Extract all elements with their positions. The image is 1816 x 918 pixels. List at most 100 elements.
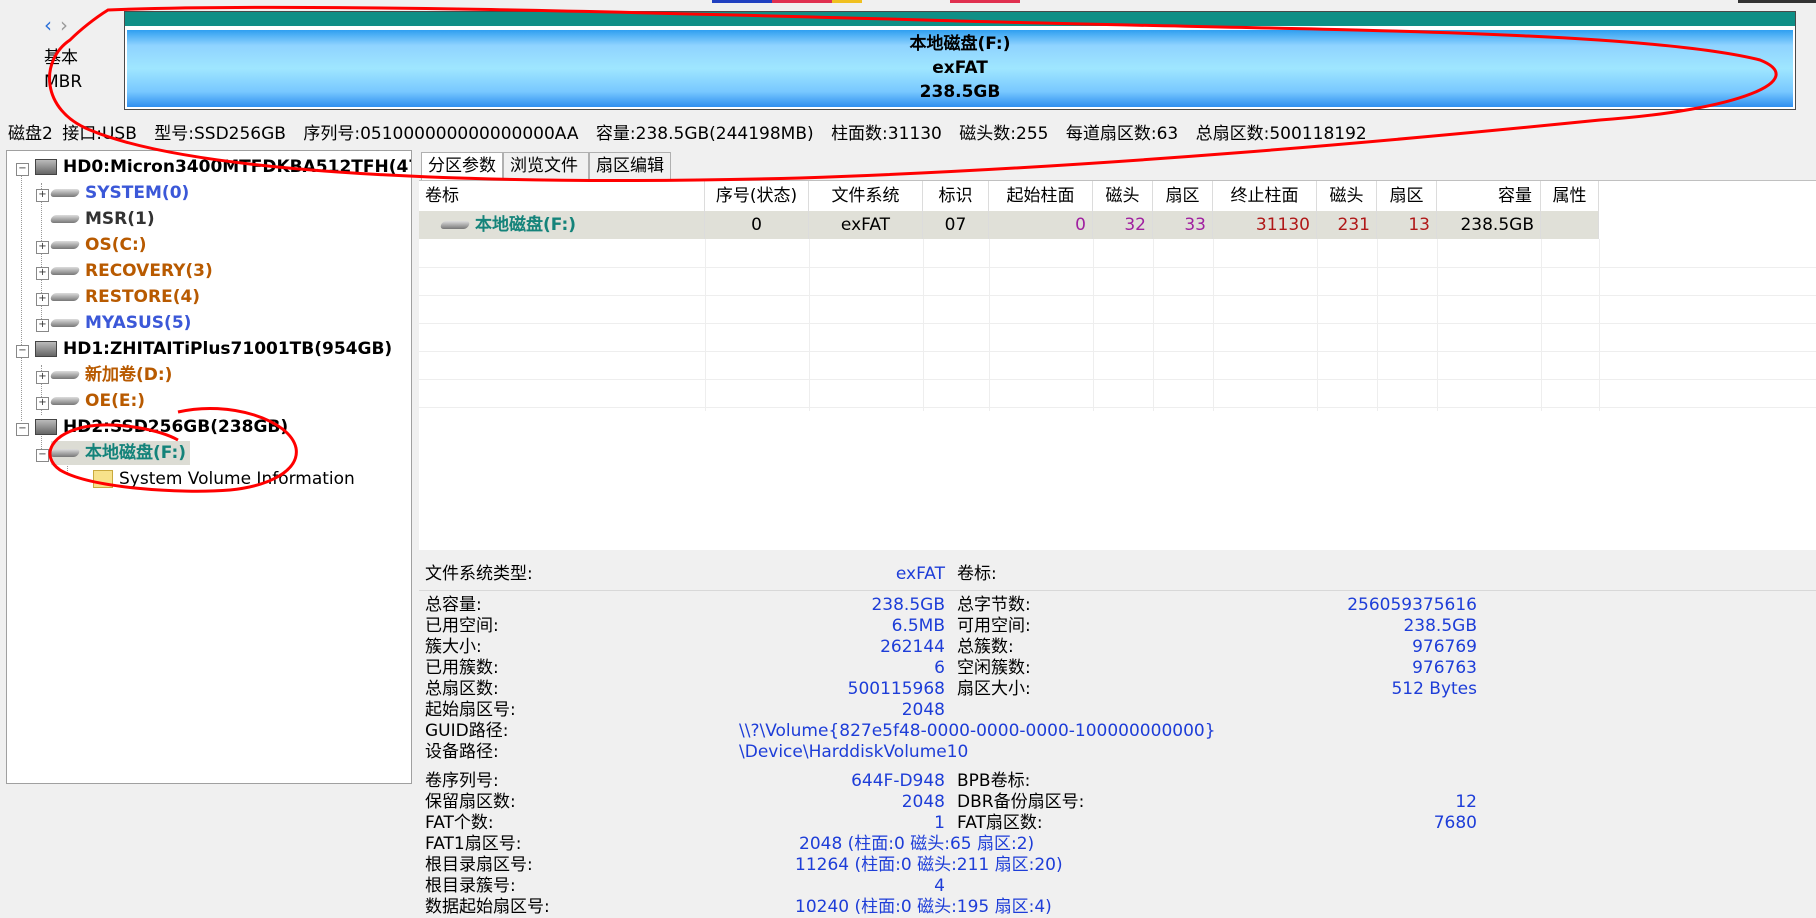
tree-toggle-restore[interactable]: + — [36, 293, 49, 306]
col-end-sector[interactable]: 扇区 — [1377, 181, 1437, 211]
col-start-cyl[interactable]: 起始柱面 — [989, 181, 1093, 211]
tree-item-hd0[interactable]: HD0:Micron3400MTFDKBA512TFH(47 — [35, 155, 412, 179]
partition-icon — [49, 371, 81, 379]
col-attributes[interactable]: 属性 — [1541, 181, 1599, 211]
partition-icon — [49, 241, 81, 249]
label-used: 已用空间: — [425, 616, 499, 636]
value-guid-path: \\?\Volume{827e5f48-0000-0000-0000-10000… — [739, 721, 1216, 741]
tab-browse-files[interactable]: 浏览文件 — [503, 152, 589, 180]
value-volume-serial: 644F-D948 — [851, 771, 945, 791]
tree-item-f[interactable]: 本地磁盘(F:) — [49, 441, 191, 465]
tree-item-system-volume-info[interactable]: System Volume Information — [93, 467, 355, 491]
tree-item-folder-label: System Volume Information — [119, 469, 355, 489]
table-row[interactable]: 本地磁盘(F:) 0 exFAT 07 0 32 33 31130 231 13… — [419, 211, 1599, 239]
disk-info-model: 型号:SSD256GB — [154, 124, 286, 144]
label-sector-size: 扇区大小: — [957, 679, 1031, 699]
tree-toggle-system[interactable]: + — [36, 189, 49, 202]
partition-details-fat: 卷序列号: 644F-D948 BPB卷标: 保留扇区数: 2048 DBR备份… — [419, 766, 1816, 917]
tree-toggle-hd1[interactable]: − — [16, 345, 29, 358]
col-index-status[interactable]: 序号(状态) — [705, 181, 809, 211]
label-total-capacity: 总容量: — [425, 595, 482, 615]
partition-bar-f[interactable]: 本地磁盘(F:) exFAT 238.5GB — [124, 11, 1796, 110]
disk-info-capacity: 容量:238.5GB(244198MB) — [595, 124, 814, 144]
tree-toggle-d[interactable]: + — [36, 371, 49, 384]
label-rootdir-sector: 根目录扇区号: — [425, 855, 533, 875]
value-total-capacity: 238.5GB — [871, 595, 945, 615]
cell-volume-label-text: 本地磁盘(F:) — [475, 215, 577, 235]
tree-toggle-f[interactable]: − — [36, 449, 49, 462]
tree-toggle-myasus[interactable]: + — [36, 319, 49, 332]
tree-toggle-os[interactable]: + — [36, 241, 49, 254]
col-end-cyl[interactable]: 终止柱面 — [1213, 181, 1317, 211]
tree-toggle-e[interactable]: + — [36, 397, 49, 410]
value-fs-type: exFAT — [895, 564, 945, 584]
col-start-sector[interactable]: 扇区 — [1153, 181, 1213, 211]
value-fat-count: 1 — [934, 813, 945, 833]
tree-toggle-hd0[interactable]: − — [16, 163, 29, 176]
tree-item-os[interactable]: OS(C:) — [49, 233, 147, 257]
value-total-clusters: 976769 — [1412, 637, 1477, 657]
tree-item-e-label: OE(E:) — [85, 391, 146, 411]
tree-item-restore[interactable]: RESTORE(4) — [49, 285, 200, 309]
hard-disk-icon — [35, 341, 57, 357]
tree-item-e[interactable]: OE(E:) — [49, 389, 146, 413]
col-capacity[interactable]: 容量 — [1437, 181, 1541, 211]
chevron-right-icon[interactable]: › — [56, 14, 72, 36]
value-total-bytes: 256059375616 — [1347, 595, 1477, 615]
tree-item-hd1[interactable]: HD1:ZHITAITiPlus71001TB(954GB) — [35, 337, 392, 361]
label-cluster-size: 簇大小: — [425, 637, 482, 657]
tree-item-myasus[interactable]: MYASUS(5) — [49, 311, 191, 335]
label-fat1: FAT1扇区号: — [425, 834, 522, 854]
label-fat-count: FAT个数: — [425, 813, 494, 833]
cell-index: 0 — [705, 211, 809, 239]
value-fat1: 2048 (柱面:0 磁头:65 扇区:2) — [799, 834, 1035, 854]
value-dbr: 12 — [1455, 792, 1477, 812]
chevron-left-icon[interactable]: ‹ — [40, 14, 56, 36]
tree-item-msr[interactable]: MSR(1) — [49, 207, 155, 231]
tab-partition-params[interactable]: 分区参数 — [421, 152, 503, 180]
cell-end-sector: 13 — [1377, 211, 1437, 239]
tree-item-hd2[interactable]: HD2:SSD256GB(238GB) — [35, 415, 288, 439]
disk-info-heads: 磁头数:255 — [959, 124, 1049, 144]
label-bpb-label: BPB卷标: — [957, 771, 1031, 791]
disk-info-interface: 接口:USB — [62, 124, 137, 144]
col-volume-label[interactable]: 卷标 — [419, 181, 705, 211]
partition-icon — [49, 449, 81, 457]
label-data-start: 数据起始扇区号: — [425, 897, 550, 917]
partition-bar-text: 本地磁盘(F:) exFAT 238.5GB — [125, 32, 1795, 104]
label-total-bytes: 总字节数: — [957, 595, 1031, 615]
label-dbr: DBR备份扇区号: — [957, 792, 1085, 812]
partition-bar-name: 本地磁盘(F:) — [909, 34, 1011, 54]
col-filesystem[interactable]: 文件系统 — [809, 181, 923, 211]
cell-end-cyl: 31130 — [1213, 211, 1317, 239]
partition-icon — [49, 319, 81, 327]
cell-start-sector: 33 — [1153, 211, 1213, 239]
disk-info-line: 磁盘2 接口:USB 型号:SSD256GB 序列号:0510000000000… — [8, 119, 1379, 144]
disk-type-mbr: MBR — [44, 72, 83, 92]
cell-attributes — [1541, 211, 1599, 239]
value-rootdir-sector: 11264 (柱面:0 磁头:211 扇区:20) — [795, 855, 1063, 875]
tree-toggle-recovery[interactable]: + — [36, 267, 49, 280]
label-volume-label: 卷标: — [957, 564, 997, 584]
partition-icon — [49, 215, 81, 223]
value-device-path: \Device\HarddiskVolume10 — [739, 742, 969, 762]
tree-item-d[interactable]: 新加卷(D:) — [49, 363, 172, 387]
tree-item-msr-label: MSR(1) — [85, 209, 155, 229]
value-used-clusters: 6 — [934, 658, 945, 678]
disk-info-cylinders: 柱面数:31130 — [831, 124, 942, 144]
disk-info-total-sectors: 总扇区数:500118192 — [1195, 124, 1367, 144]
tab-sector-edit[interactable]: 扇区编辑 — [589, 152, 671, 180]
tree-item-system[interactable]: SYSTEM(0) — [49, 181, 190, 205]
cell-end-head: 231 — [1317, 211, 1377, 239]
col-id[interactable]: 标识 — [923, 181, 989, 211]
tree-item-hd0-label: HD0:Micron3400MTFDKBA512TFH(47 — [63, 157, 412, 177]
disk-info-disk: 磁盘2 — [8, 124, 53, 144]
col-start-head[interactable]: 磁头 — [1093, 181, 1153, 211]
tree-item-recovery[interactable]: RECOVERY(3) — [49, 259, 213, 283]
disk-info-spt: 每道扇区数:63 — [1065, 124, 1179, 144]
tree-item-system-label: SYSTEM(0) — [85, 183, 190, 203]
disk-type-basic: 基本 — [44, 48, 78, 68]
tree-toggle-hd2[interactable]: − — [16, 423, 29, 436]
folder-icon — [93, 470, 113, 488]
col-end-head[interactable]: 磁头 — [1317, 181, 1377, 211]
